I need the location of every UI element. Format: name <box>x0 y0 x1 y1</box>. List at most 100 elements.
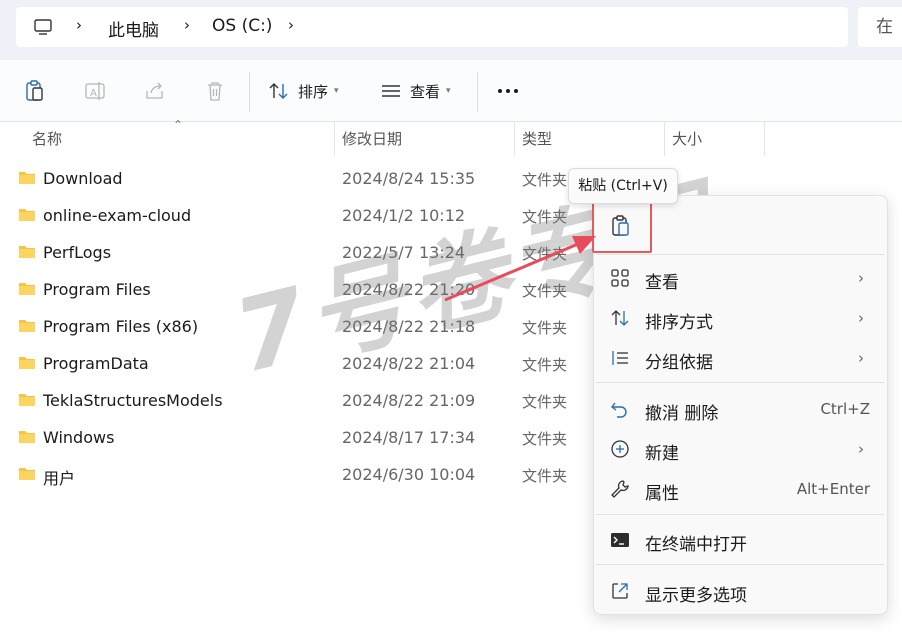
file-name: PerfLogs <box>43 243 112 262</box>
folder-icon <box>19 320 35 332</box>
address-bar[interactable]: › 此电脑 › OS (C:) › <box>16 7 848 47</box>
folder-icon <box>19 172 35 184</box>
chevron-right-icon: › <box>858 349 864 367</box>
address-bar-area: › 此电脑 › OS (C:) › 在 <box>0 0 902 60</box>
menu-label: 属性 <box>645 484 679 504</box>
rename-icon: A <box>85 82 105 100</box>
search-input[interactable]: 在 <box>858 7 902 47</box>
chevron-right-icon: › <box>858 309 864 327</box>
menu-label: 显示更多选项 <box>645 586 747 606</box>
more-options-button[interactable] <box>496 78 520 104</box>
file-date: 2024/8/22 21:09 <box>342 391 476 410</box>
column-header-size[interactable]: 大小 <box>664 122 764 156</box>
menu-label: 撤消 删除 <box>645 404 719 424</box>
menu-divider <box>596 564 884 565</box>
file-name: ProgramData <box>43 354 149 373</box>
clipboard-icon <box>26 80 43 101</box>
folder-icon <box>19 468 35 480</box>
undo-icon <box>611 402 627 418</box>
file-name: Program Files (x86) <box>43 317 199 336</box>
file-type: 文件夹 <box>522 467 568 485</box>
file-name: Program Files <box>43 280 151 299</box>
folder-icon <box>19 246 35 258</box>
menu-item-group-by[interactable]: 分组依据 › <box>596 339 884 377</box>
column-header-row: 名称 ⌃ 修改日期 类型 大小 <box>0 118 902 156</box>
menu-label: 新建 <box>645 444 679 464</box>
share-icon <box>146 82 163 99</box>
view-list-icon <box>382 85 400 97</box>
column-header-modified[interactable]: 修改日期 <box>334 122 514 156</box>
chevron-right-icon: › <box>858 269 864 287</box>
menu-label: 排序方式 <box>645 313 713 333</box>
file-date: 2022/5/7 13:24 <box>342 243 466 262</box>
command-bar: A 排序 ▾ 查看 ▾ <box>0 60 902 122</box>
rename-toolbar-button[interactable]: A <box>84 78 106 104</box>
folder-icon <box>19 394 35 406</box>
file-date: 2024/8/22 21:20 <box>342 280 476 299</box>
chevron-right-icon[interactable]: › <box>288 16 294 34</box>
svg-text:A: A <box>90 88 97 99</box>
menu-item-properties[interactable]: 属性 Alt+Enter <box>596 470 884 508</box>
file-date: 2024/1/2 10:12 <box>342 206 466 225</box>
menu-divider <box>596 382 884 383</box>
file-date: 2024/8/22 21:04 <box>342 354 476 373</box>
view-toolbar-button[interactable]: 查看 ▾ <box>380 78 451 104</box>
file-name: online-exam-cloud <box>43 206 192 225</box>
group-list-icon <box>612 351 628 365</box>
view-label: 查看 <box>410 82 441 101</box>
file-type: 文件夹 <box>522 171 568 189</box>
menu-label: 在终端中打开 <box>645 535 747 555</box>
file-type: 文件夹 <box>522 208 568 226</box>
folder-icon <box>19 357 35 369</box>
file-date: 2024/8/17 17:34 <box>342 428 476 447</box>
delete-toolbar-button[interactable] <box>204 78 226 104</box>
folder-icon <box>19 431 35 443</box>
file-name: Download <box>43 169 123 188</box>
menu-label: 查看 <box>645 273 679 293</box>
computer-icon[interactable] <box>33 17 53 37</box>
menu-divider <box>596 514 884 515</box>
file-name: Windows <box>43 428 115 447</box>
share-toolbar-button[interactable] <box>144 78 166 104</box>
column-header-type[interactable]: 类型 <box>514 122 664 156</box>
file-type: 文件夹 <box>522 245 568 263</box>
toolbar-divider <box>249 72 250 112</box>
column-divider[interactable] <box>764 122 765 156</box>
more-icon <box>498 89 518 93</box>
chevron-down-icon: ▾ <box>334 86 339 96</box>
paste-icon[interactable] <box>610 214 632 238</box>
add-circle-icon <box>611 440 629 458</box>
terminal-icon <box>611 533 629 547</box>
menu-item-undo-delete[interactable]: 撤消 删除 Ctrl+Z <box>596 390 884 428</box>
list-item[interactable]: Download 2024/8/24 15:35 文件夹 <box>0 160 902 197</box>
menu-item-view[interactable]: 查看 › <box>596 259 884 297</box>
paste-tooltip: 粘贴 (Ctrl+V) <box>568 168 678 204</box>
paste-toolbar-button[interactable] <box>24 78 46 104</box>
file-name: TeklaStructuresModels <box>43 391 223 410</box>
sort-up-chevron-icon: ⌃ <box>173 118 184 132</box>
menu-item-open-terminal[interactable]: 在终端中打开 <box>596 521 884 559</box>
sort-icon <box>269 83 288 99</box>
file-type: 文件夹 <box>522 430 568 448</box>
chevron-right-icon: › <box>858 440 864 458</box>
sort-toolbar-button[interactable]: 排序 ▾ <box>268 78 339 104</box>
menu-item-sort-by[interactable]: 排序方式 › <box>596 299 884 337</box>
menu-item-new[interactable]: 新建 › <box>596 430 884 468</box>
breadcrumb-os-c[interactable]: OS (C:) <box>212 16 272 36</box>
file-date: 2024/8/22 21:18 <box>342 317 476 336</box>
menu-shortcut: Ctrl+Z <box>820 400 870 418</box>
chevron-right-icon[interactable]: › <box>184 16 190 34</box>
file-type: 文件夹 <box>522 356 568 374</box>
file-type: 文件夹 <box>522 319 568 337</box>
file-date: 2024/6/30 10:04 <box>342 465 476 484</box>
chevron-right-icon[interactable]: › <box>76 16 82 34</box>
toolbar-divider <box>477 72 478 112</box>
menu-label: 分组依据 <box>645 353 713 373</box>
menu-item-show-more[interactable]: 显示更多选项 <box>596 572 884 610</box>
wrench-icon <box>611 480 629 498</box>
grid-view-icon <box>611 269 629 287</box>
breadcrumb-this-pc[interactable]: 此电脑 <box>108 16 159 41</box>
folder-icon <box>19 283 35 295</box>
file-type: 文件夹 <box>522 393 568 411</box>
sort-icon <box>611 310 629 326</box>
